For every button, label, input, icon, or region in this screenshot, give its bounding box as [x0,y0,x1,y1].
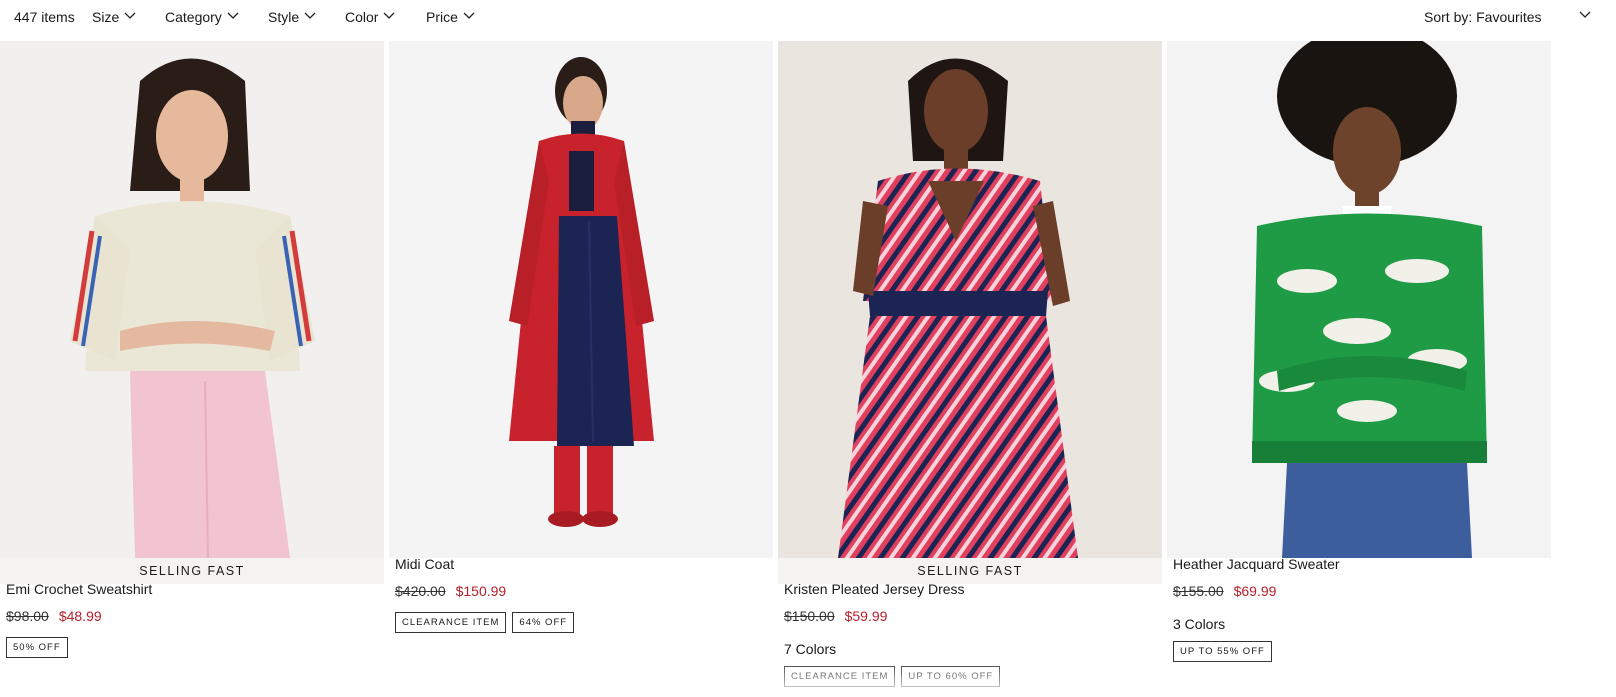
color-count[interactable]: 7 Colors [784,641,836,657]
model-illustration [389,41,773,558]
original-price: $155.00 [1173,583,1224,599]
model-illustration [778,41,1162,558]
sale-price: $59.99 [844,608,888,624]
product-card[interactable]: Heather Jacquard Sweater $155.00 $69.99 … [1167,41,1551,697]
chevron-down-icon[interactable] [1578,7,1592,21]
original-price: $420.00 [395,583,446,599]
original-price: $150.00 [784,608,835,624]
discount-badge: UP TO 60% OFF [901,666,1001,687]
product-name[interactable]: Heather Jacquard Sweater [1173,556,1340,572]
sale-price: $150.99 [455,583,507,599]
original-price: $98.00 [6,608,49,624]
price-row: $150.00 $59.99 [784,608,887,624]
style-filter-label: Style [268,9,300,25]
model-illustration [1167,41,1551,558]
product-name[interactable]: Kristen Pleated Jersey Dress [784,581,965,597]
badge-row: UP TO 55% OFF [1173,641,1272,662]
category-filter-label: Category [165,9,222,25]
discount-badge: 64% OFF [512,612,575,633]
chevron-down-icon [304,12,316,19]
item-count: 447 items [14,9,75,25]
price-filter[interactable]: Price [426,9,475,25]
product-name[interactable]: Emi Crochet Sweatshirt [6,581,152,597]
product-name[interactable]: Midi Coat [395,556,454,572]
price-filter-label: Price [426,9,458,25]
size-filter[interactable]: Size [92,9,136,25]
color-filter[interactable]: Color [345,9,395,25]
discount-badge: 50% OFF [6,637,68,658]
price-row: $155.00 $69.99 [1173,583,1276,599]
chevron-down-icon [124,12,136,19]
model-illustration [0,41,384,558]
chevron-down-icon [463,12,475,19]
badge-row: 50% OFF [6,637,68,658]
badge-row: CLEARANCE ITEM UP TO 60% OFF [784,666,1001,687]
clearance-badge: CLEARANCE ITEM [784,666,896,687]
chevron-down-icon [227,12,239,19]
discount-badge: UP TO 55% OFF [1173,641,1272,662]
product-card[interactable]: SELLING FAST Emi Crochet Sweatshirt $98.… [0,41,384,697]
color-count[interactable]: 3 Colors [1173,616,1225,632]
category-filter[interactable]: Category [165,9,239,25]
sort-dropdown[interactable]: Sort by: Favourites [1424,9,1542,25]
clearance-badge: CLEARANCE ITEM [395,612,507,633]
product-image[interactable] [389,41,773,558]
product-card[interactable]: SELLING FAST Kristen Pleated Jersey Dres… [778,41,1162,697]
color-filter-label: Color [345,9,379,25]
sale-price: $69.99 [1233,583,1277,599]
style-filter[interactable]: Style [268,9,316,25]
price-row: $98.00 $48.99 [6,608,102,624]
product-image[interactable] [0,41,384,558]
product-image[interactable] [778,41,1162,558]
badge-row: CLEARANCE ITEM 64% OFF [395,612,575,633]
chevron-down-icon [384,12,395,19]
product-card[interactable]: Midi Coat $420.00 $150.99 CLEARANCE ITEM… [389,41,773,697]
sale-price: $48.99 [58,608,102,624]
product-image[interactable] [1167,41,1551,558]
size-filter-label: Size [92,9,120,25]
price-row: $420.00 $150.99 [395,583,506,599]
filter-bar: 447 items Size Category Style Color Pric… [0,0,1616,40]
